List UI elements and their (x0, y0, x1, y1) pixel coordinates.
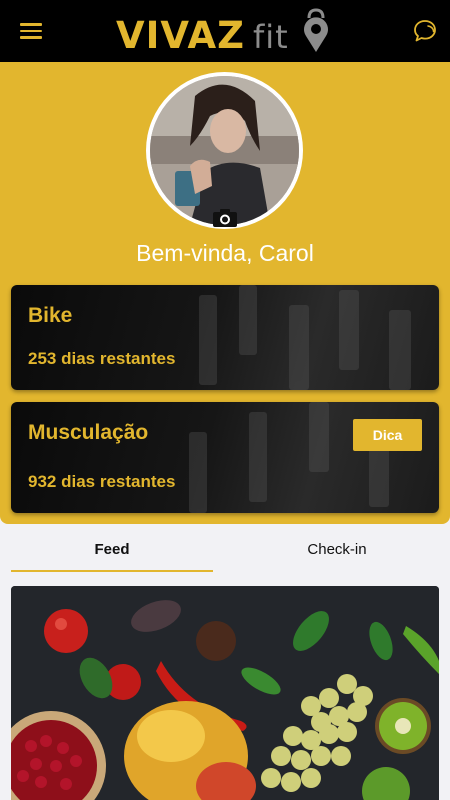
top-bar: VIVAZ fit (0, 0, 450, 62)
tab-bar: Feed Check-in (0, 524, 450, 576)
logo-suffix: fit (253, 18, 289, 56)
plan-card-musculacao[interactable]: Musculação Dica 932 dias restantes (11, 402, 439, 513)
plan-name: Bike (28, 304, 73, 327)
plan-card-bike[interactable]: Bike 253 dias restantes (11, 285, 439, 390)
profile-section: Bem-vinda, Carol Bike 253 dias restantes… (0, 62, 450, 524)
avatar-illustration (150, 76, 299, 225)
tab-check-in[interactable]: Check-in (236, 524, 438, 572)
chat-bubbles-icon[interactable] (412, 18, 438, 44)
plan-name: Musculação (28, 421, 149, 444)
app-logo: VIVAZ fit (112, 6, 342, 58)
avatar[interactable] (146, 72, 303, 229)
feed-post-image[interactable] (11, 586, 439, 800)
avatar-photo (150, 76, 299, 225)
logo-text: VIVAZ (116, 14, 245, 57)
dumbbell-background (199, 285, 411, 390)
kettlebell-pin-icon (304, 8, 328, 53)
fruits-vegetables-photo (11, 586, 439, 800)
tab-feed[interactable]: Feed (11, 524, 213, 572)
welcome-message: Bem-vinda, Carol (136, 240, 314, 266)
tip-button[interactable]: Dica (353, 419, 422, 451)
plan-days-remaining: 253 dias restantes (28, 349, 176, 368)
hamburger-menu-icon[interactable] (20, 22, 42, 40)
camera-icon[interactable] (212, 208, 238, 228)
plan-days-remaining: 932 dias restantes (28, 472, 176, 491)
